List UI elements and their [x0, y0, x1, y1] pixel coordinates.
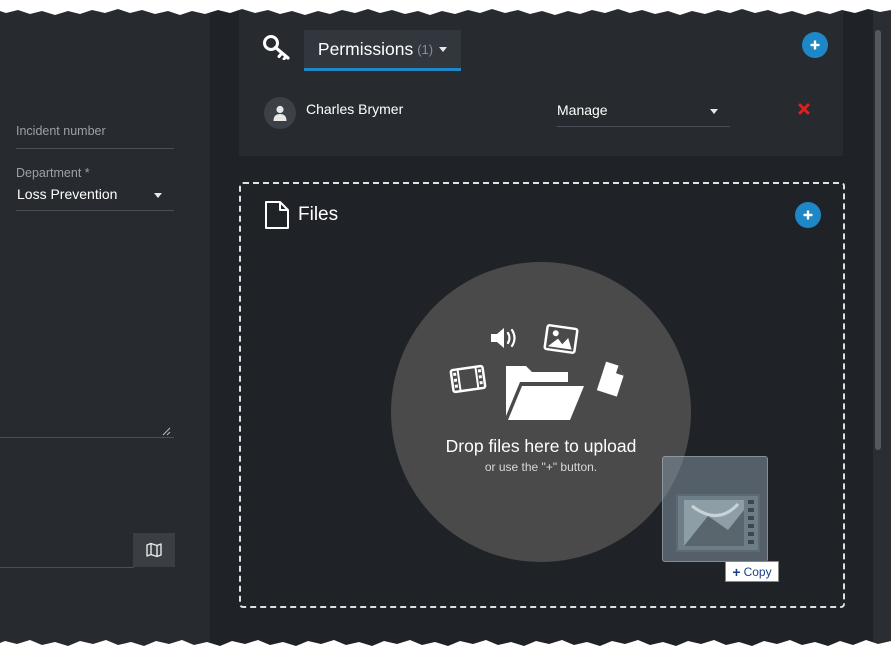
copy-plus-icon: +: [732, 563, 741, 580]
role-value: Manage: [557, 102, 608, 118]
user-icon: [273, 105, 287, 121]
incident-form-panel: Incident number Department * Loss Preven…: [0, 0, 210, 655]
department-label: Department *: [16, 166, 90, 180]
map-button[interactable]: [133, 533, 175, 567]
map-icon: [146, 542, 162, 558]
torn-edge-bottom: [0, 640, 891, 655]
plus-icon: [810, 40, 820, 50]
video-thumbnail: [676, 494, 760, 552]
scrollbar-thumb[interactable]: [875, 30, 881, 450]
torn-edge-top: [0, 0, 891, 15]
speaker-icon: [491, 328, 516, 348]
chevron-down-icon: [710, 109, 718, 114]
add-permission-button[interactable]: [802, 32, 828, 58]
incident-number-label: Incident number: [16, 124, 106, 138]
permissions-tab-label: Permissions: [317, 38, 414, 59]
resize-handle-icon[interactable]: [161, 426, 171, 436]
tab-permissions[interactable]: Permissions (1): [304, 30, 461, 71]
picture-icon: [543, 324, 579, 354]
chevron-down-icon: [439, 46, 448, 52]
copy-label: Copy: [743, 564, 772, 579]
file-icon: [265, 201, 289, 229]
drop-title: Drop files here to upload: [445, 436, 637, 456]
location-input[interactable]: [0, 567, 134, 568]
app-window: Incident number Department * Loss Preven…: [0, 0, 891, 655]
description-textarea[interactable]: [0, 437, 174, 438]
plus-icon: [803, 210, 813, 220]
files-title: Files: [298, 204, 339, 225]
film-icon: [449, 364, 487, 394]
remove-permission-icon[interactable]: [797, 102, 811, 116]
key-icon: [263, 35, 290, 60]
folder-open-icon: [506, 366, 584, 420]
permissions-count: (1): [417, 41, 434, 57]
chevron-down-icon[interactable]: [154, 193, 162, 198]
role-select[interactable]: Manage: [557, 98, 730, 127]
incident-number-input[interactable]: [16, 148, 174, 149]
drop-subtitle: or use the "+" button.: [484, 460, 598, 474]
copy-tooltip: + Copy: [725, 561, 779, 582]
avatar: [264, 97, 296, 129]
department-select[interactable]: Loss Prevention: [17, 186, 117, 202]
permission-user-name: Charles Brymer: [306, 101, 404, 117]
department-underline: [16, 210, 174, 211]
document-icon: [596, 361, 624, 397]
video-frame-icon: [678, 496, 758, 550]
add-file-button[interactable]: [795, 202, 821, 228]
